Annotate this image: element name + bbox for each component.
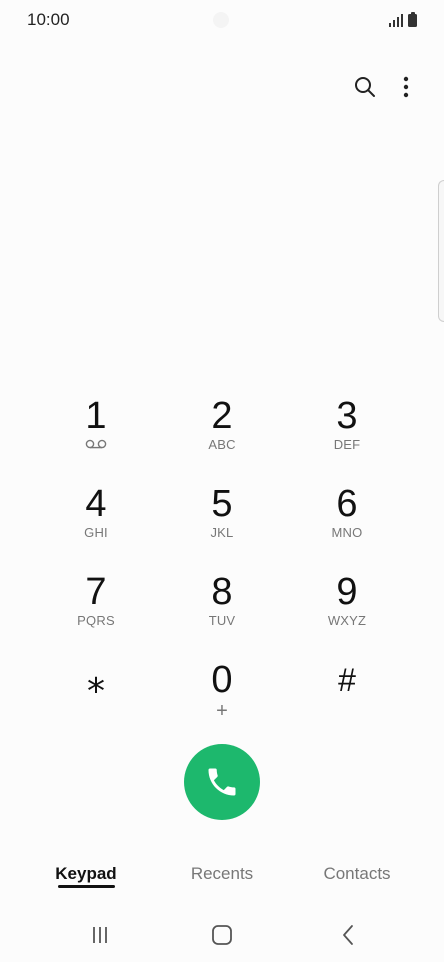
navigation-bar	[0, 915, 444, 955]
voicemail-icon	[85, 439, 107, 449]
status-icons	[388, 11, 417, 27]
key-digit: 3	[336, 395, 358, 437]
key-3[interactable]: 3 DEF	[287, 390, 407, 474]
status-bar: 10:00	[0, 0, 444, 40]
key-4[interactable]: 4 GHI	[36, 478, 156, 562]
key-letters: WXYZ	[327, 613, 367, 628]
key-1[interactable]: 1	[36, 390, 156, 474]
active-tab-indicator	[58, 885, 115, 888]
search-icon	[355, 77, 375, 97]
key-letters: JKL	[210, 525, 234, 540]
key-digit: 9	[336, 571, 358, 613]
key-digit: 0	[211, 659, 233, 701]
more-options-button[interactable]	[393, 72, 419, 102]
key-letters: DEF	[333, 437, 361, 452]
key-digit: 4	[85, 483, 107, 525]
key-letters: +	[216, 700, 228, 722]
key-letters: GHI	[84, 525, 108, 540]
key-digit: 1	[85, 395, 107, 437]
status-time: 10:00	[27, 10, 70, 29]
tab-recents[interactable]: Recents	[172, 864, 272, 898]
tab-contacts-label: Contacts	[323, 864, 391, 883]
key-hash[interactable]: #	[287, 654, 407, 738]
key-digit: 8	[211, 571, 233, 613]
signal-icon	[388, 13, 403, 27]
key-digit: ⁎	[87, 659, 105, 700]
recent-apps-button[interactable]	[80, 923, 120, 947]
edge-panel-handle[interactable]	[438, 180, 444, 322]
tab-keypad[interactable]: Keypad	[46, 864, 126, 898]
key-digit: 5	[211, 483, 233, 525]
key-8[interactable]: 8 TUV	[162, 566, 282, 650]
key-digit: #	[338, 662, 356, 698]
key-6[interactable]: 6 MNO	[287, 478, 407, 562]
recent-apps-icon	[93, 927, 107, 943]
key-letters: TUV	[208, 613, 236, 628]
key-digit: 2	[211, 395, 233, 437]
call-button[interactable]	[184, 744, 260, 820]
search-button[interactable]	[350, 72, 380, 102]
more-vertical-icon	[403, 76, 409, 98]
key-letters: PQRS	[77, 613, 115, 628]
front-camera	[213, 12, 229, 28]
dial-keypad: 1 2 ABC 3 DEF 4 GHI 5 JKL 6 MNO 7 PQRS 8…	[0, 390, 444, 730]
back-button[interactable]	[328, 923, 368, 947]
key-letters: MNO	[331, 525, 363, 540]
home-icon	[212, 925, 232, 945]
back-icon	[343, 925, 353, 945]
tab-recents-label: Recents	[190, 864, 254, 883]
key-letters: ABC	[208, 437, 236, 452]
battery-icon	[408, 12, 417, 27]
tab-contacts[interactable]: Contacts	[307, 864, 407, 898]
phone-dialer-screen: 10:00 1 2 ABC 3 DEF 4 GHI 5 JKL 6 MNO 7 …	[0, 0, 444, 962]
key-2[interactable]: 2 ABC	[162, 390, 282, 474]
key-7[interactable]: 7 PQRS	[36, 566, 156, 650]
key-0[interactable]: 0 +	[162, 654, 282, 738]
phone-icon	[208, 768, 236, 796]
tab-keypad-label: Keypad	[55, 864, 117, 883]
key-5[interactable]: 5 JKL	[162, 478, 282, 562]
key-digit: 6	[336, 483, 358, 525]
key-9[interactable]: 9 WXYZ	[287, 566, 407, 650]
key-digit: 7	[85, 571, 107, 613]
key-star[interactable]: ⁎	[36, 654, 156, 738]
home-button[interactable]	[202, 923, 242, 947]
